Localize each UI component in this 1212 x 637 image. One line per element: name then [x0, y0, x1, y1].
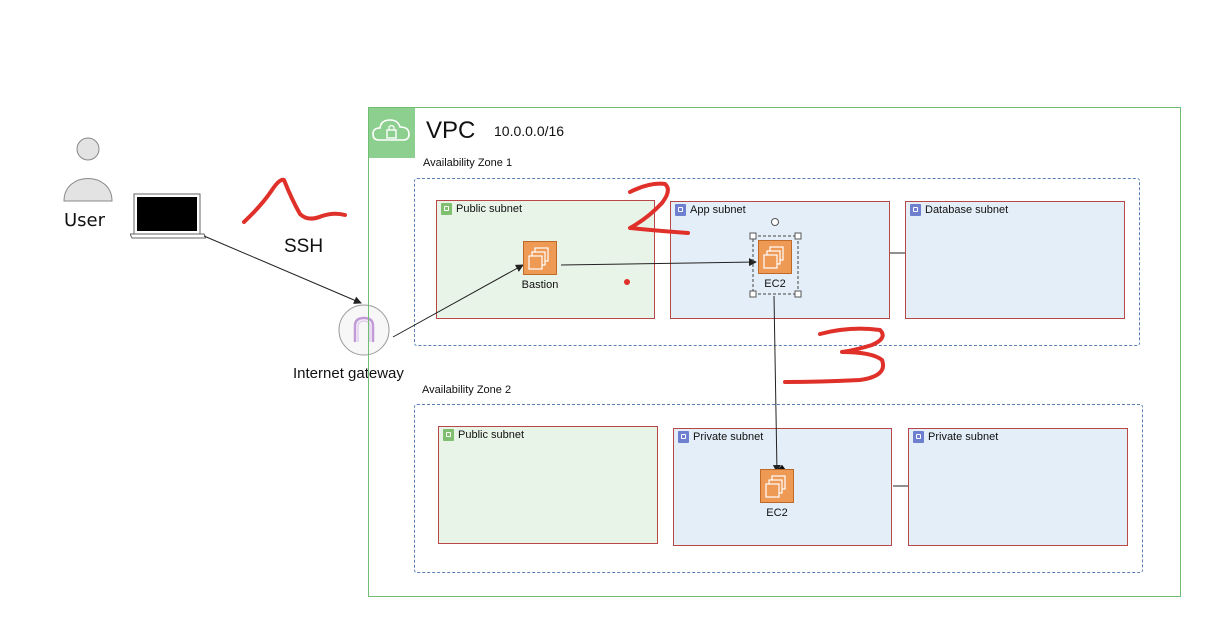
lock-icon [441, 203, 452, 215]
az1-label: Availability Zone 1 [423, 157, 513, 169]
lock-icon [910, 204, 921, 216]
bastion-instance-icon[interactable] [523, 241, 557, 275]
annotation-1 [242, 177, 347, 224]
laptop-icon [129, 193, 207, 240]
lock-icon [678, 431, 689, 443]
subnet-label: Public subnet [456, 203, 523, 215]
az2-public-subnet[interactable]: Public subnet [438, 426, 658, 544]
lock-icon [913, 431, 924, 443]
az2-label: Availability Zone 2 [422, 384, 512, 396]
subnet-label: App subnet [690, 204, 746, 216]
subnet-label: Public subnet [458, 429, 525, 441]
private-ec2-instance-icon[interactable] [760, 469, 794, 503]
vpc-cidr: 10.0.0.0/16 [494, 123, 565, 139]
subnet-label: Private subnet [693, 431, 764, 443]
subnet-label: Private subnet [928, 431, 999, 443]
az2-private-subnet-2[interactable]: Private subnet [908, 428, 1128, 546]
app-ec2-label: EC2 [764, 278, 786, 290]
user-label: User [64, 210, 106, 231]
subnet-label: Database subnet [925, 204, 1009, 216]
laptop-to-gateway-arrow [203, 235, 362, 304]
app-ec2-instance-icon[interactable] [758, 240, 792, 274]
vpc-cloud-icon [369, 108, 415, 158]
ssh-label: SSH [284, 236, 324, 257]
private-ec2-label: EC2 [766, 507, 788, 519]
bastion-label: Bastion [521, 279, 559, 291]
az1-database-subnet[interactable]: Database subnet [905, 201, 1125, 319]
lock-icon [443, 429, 454, 441]
user-icon [62, 137, 114, 203]
vpc-title: VPC [426, 117, 476, 144]
lock-icon [675, 204, 686, 216]
